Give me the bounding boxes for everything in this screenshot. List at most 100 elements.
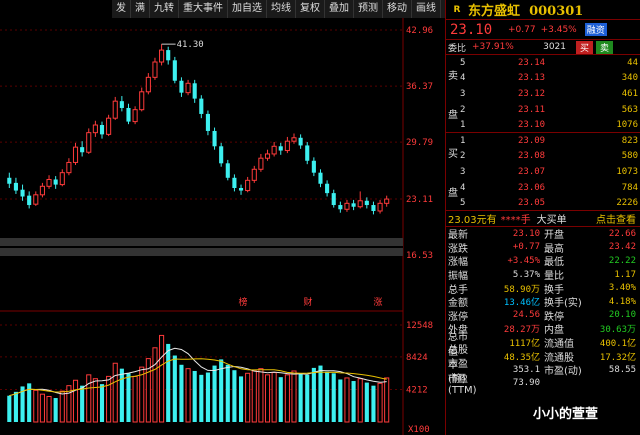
- volume-bar: [119, 368, 124, 422]
- candle-body: [377, 202, 383, 212]
- volume-bar: [284, 374, 290, 423]
- candle-body: [92, 124, 98, 134]
- candle-body: [145, 76, 151, 93]
- stat-label: 市盈(TTM): [448, 374, 477, 397]
- volume-bar: [59, 390, 65, 423]
- ask-level[interactable]: 1 23.10 1076: [446, 117, 640, 133]
- ask-level[interactable]: 4 23.13 340: [446, 71, 640, 87]
- toolbar-button[interactable]: 叠加: [325, 0, 354, 18]
- candle-body: [364, 200, 369, 206]
- candle-body: [132, 109, 138, 123]
- candle-body: [39, 185, 45, 196]
- candle-body: [13, 182, 18, 191]
- level-qty: 2226: [616, 198, 638, 209]
- level-price: 23.11: [518, 104, 546, 115]
- candle-body: [27, 195, 32, 206]
- stat-value: 5.37%: [512, 269, 540, 280]
- weibi-pct: +37.91%: [472, 42, 514, 52]
- sell-button[interactable]: 卖: [596, 40, 614, 54]
- level-level: 1: [460, 135, 466, 146]
- candle-body: [172, 60, 177, 81]
- price-change: +0.77: [508, 24, 536, 35]
- volume-bar: [159, 334, 165, 423]
- candle-body: [264, 153, 271, 159]
- price-tick-label: 16.53: [406, 251, 433, 261]
- volume-tick-label: 12548: [406, 321, 433, 331]
- toolbar-button[interactable]: 预测: [354, 0, 383, 18]
- candle-body: [53, 179, 58, 185]
- volume-bar: [271, 372, 277, 423]
- ask-level[interactable]: 5 23.14 44: [446, 55, 640, 71]
- volume-bar: [92, 378, 98, 423]
- toolbar-button[interactable]: 加自选: [228, 0, 267, 18]
- stat-value: 400.1亿: [599, 339, 636, 350]
- price-tick-label: 42.96: [406, 26, 433, 36]
- ask-level[interactable]: 2 23.11 563: [446, 102, 640, 118]
- level-price: 23.13: [518, 73, 546, 84]
- volume-tick-label: 8424: [406, 353, 428, 363]
- level-level: 5: [460, 198, 466, 209]
- bid-level[interactable]: 3 23.07 1073: [446, 164, 640, 180]
- volume-bar: [331, 373, 336, 422]
- toolbar-button[interactable]: 复权: [296, 0, 325, 18]
- stat-value: 3.40%: [608, 283, 636, 294]
- volume-bar: [46, 395, 52, 423]
- candle-body: [106, 117, 112, 135]
- toolbar-button[interactable]: 发: [112, 0, 131, 18]
- level-level: 4: [460, 182, 466, 193]
- level-level: 1: [460, 120, 466, 131]
- stat-value: 1117亿: [509, 339, 540, 350]
- event-marker[interactable]: 榜: [238, 296, 247, 308]
- candle-body: [159, 49, 165, 63]
- volume-bar: [305, 374, 310, 422]
- volume-bar: [245, 372, 251, 423]
- volume-bar: [364, 382, 369, 422]
- toolbar-button[interactable]: 重大事件: [179, 0, 228, 18]
- stat-value: 20.10: [608, 310, 636, 321]
- event-marker[interactable]: 财: [303, 296, 312, 308]
- buy-button[interactable]: 买: [576, 40, 594, 54]
- stat-value: 48.35亿: [503, 352, 540, 363]
- big-order-link[interactable]: 点击查看: [596, 211, 640, 226]
- bid-level[interactable]: 4 23.06 784: [446, 180, 640, 196]
- level-qty: 1073: [616, 166, 638, 177]
- candle-body: [245, 179, 251, 192]
- stat-value: 73.90: [512, 378, 540, 389]
- toolbar-button[interactable]: 画线: [412, 0, 441, 18]
- level-level: 5: [460, 57, 466, 68]
- stat-value: 1.17: [614, 269, 636, 280]
- level-price: 23.10: [518, 120, 546, 131]
- candle-body: [338, 205, 343, 210]
- event-marker[interactable]: 涨: [373, 297, 382, 308]
- ask-level[interactable]: 3 23.12 461: [446, 86, 640, 102]
- volume-bar: [344, 377, 350, 423]
- level-price: 23.08: [518, 151, 546, 162]
- candle-body: [7, 177, 12, 184]
- level-level: 4: [460, 73, 466, 84]
- candlestick-chart-area[interactable]: 42.96 36.37 29.79 23.11 16.53 41.30 榜 财 涨 12548 84…: [0, 0, 445, 435]
- bid-level[interactable]: 5 23.05 2226: [446, 195, 640, 211]
- toolbar-button[interactable]: 移动: [383, 0, 412, 18]
- price-tick-label: 29.79: [406, 138, 433, 148]
- volume-bar: [152, 347, 158, 423]
- volume-bar: [112, 362, 118, 423]
- bid-level[interactable]: 1 23.09 823: [446, 133, 640, 149]
- toolbar-button[interactable]: 均线: [267, 0, 296, 18]
- stat-value: 22.66: [608, 228, 636, 239]
- candle-body: [278, 146, 283, 151]
- toolbar-button[interactable]: 满: [131, 0, 150, 18]
- r-icon: R: [453, 4, 461, 15]
- volume-bar: [7, 395, 12, 422]
- candle-body: [351, 203, 356, 207]
- bid-level[interactable]: 2 23.08 580: [446, 149, 640, 165]
- stat-value: 23.42: [608, 242, 636, 253]
- candle-body: [33, 194, 39, 205]
- price-change-pct: +3.45%: [540, 24, 577, 35]
- candle-body: [298, 137, 303, 146]
- candle-body: [59, 172, 65, 186]
- candle-body: [126, 107, 131, 122]
- candle-body: [284, 140, 290, 152]
- toolbar-button[interactable]: 九转: [150, 0, 179, 18]
- volume-bar: [384, 377, 390, 423]
- level-level: 2: [460, 104, 466, 115]
